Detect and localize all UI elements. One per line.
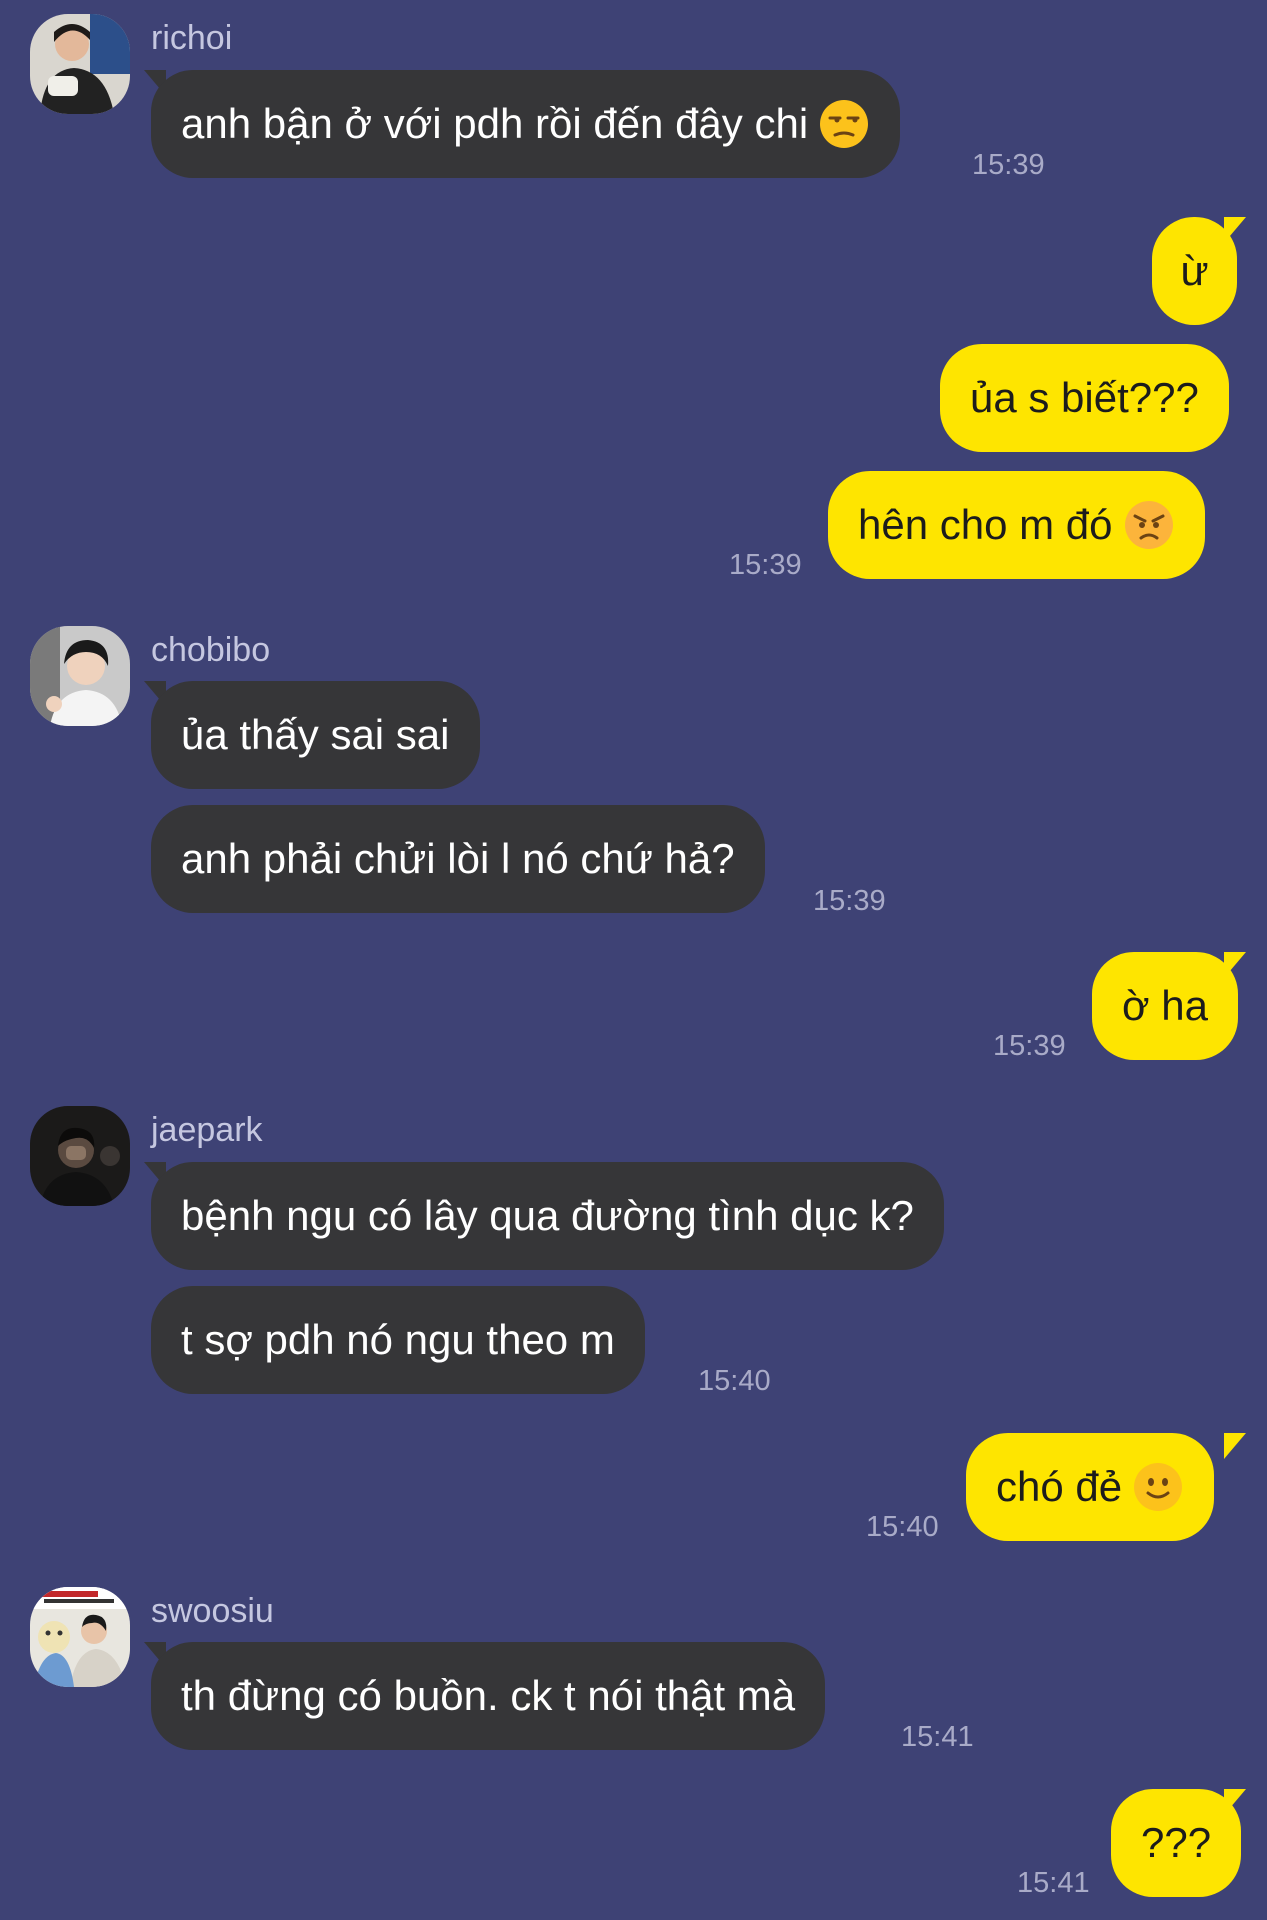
- message-time: 15:39: [729, 549, 802, 581]
- sender-name: jaepark: [151, 1111, 263, 1149]
- message-bubble-incoming[interactable]: anh phải chửi lòi l nó chứ hả?: [151, 805, 765, 913]
- sender-name: chobibo: [151, 631, 271, 669]
- message-time: 15:39: [972, 149, 1045, 181]
- message-time: 15:41: [1017, 1867, 1090, 1899]
- message-bubble-outgoing[interactable]: ủa s biết???: [940, 344, 1229, 452]
- message-time: 15:39: [813, 885, 886, 917]
- message-time: 15:41: [901, 1721, 974, 1753]
- message-text: t sợ pdh nó ngu theo m: [181, 1316, 615, 1363]
- message-text: ???: [1141, 1819, 1212, 1866]
- message-bubble-outgoing[interactable]: chó đẻ: [966, 1433, 1215, 1541]
- message-text: anh bận ở với pdh rồi đến đây chi: [181, 100, 809, 147]
- avatar-richoi[interactable]: [30, 14, 130, 114]
- message-bubble-incoming[interactable]: th đừng có buồn. ck t nói thật mà: [151, 1642, 826, 1750]
- message-text: anh phải chửi lòi l nó chứ hả?: [181, 835, 735, 882]
- message-text: ờ ha: [1122, 982, 1208, 1029]
- avatar-chobibo[interactable]: [30, 626, 130, 726]
- sender-name: swoosiu: [151, 1592, 274, 1630]
- unamused-face-icon: [818, 98, 870, 150]
- message-bubble-incoming[interactable]: anh bận ở với pdh rồi đến đây chi: [151, 70, 901, 178]
- message-bubble-outgoing[interactable]: ???: [1111, 1789, 1242, 1897]
- message-time: 15:39: [993, 1030, 1066, 1062]
- sender-name: richoi: [151, 19, 233, 57]
- message-text: chó đẻ: [996, 1463, 1123, 1510]
- avatar-swoosiu[interactable]: [30, 1587, 130, 1687]
- message-bubble-outgoing[interactable]: ờ ha: [1092, 952, 1238, 1060]
- message-text: th đừng có buồn. ck t nói thật mà: [181, 1672, 796, 1719]
- message-text: ừ: [1180, 247, 1209, 294]
- message-time: 15:40: [866, 1511, 939, 1543]
- message-text: hên cho m đó: [858, 501, 1113, 548]
- message-bubble-incoming[interactable]: t sợ pdh nó ngu theo m: [151, 1286, 645, 1394]
- bubble-tail: [1224, 1433, 1246, 1459]
- message-bubble-outgoing[interactable]: hên cho m đó: [828, 471, 1205, 579]
- slightly-smiling-face-icon: [1132, 1461, 1184, 1513]
- angry-face-icon: [1123, 499, 1175, 551]
- message-time: 15:40: [698, 1365, 771, 1397]
- message-text: ủa s biết???: [970, 374, 1199, 421]
- message-text: ủa thấy sai sai: [181, 711, 450, 758]
- avatar-jaepark[interactable]: [30, 1106, 130, 1206]
- message-bubble-incoming[interactable]: ủa thấy sai sai: [151, 681, 480, 789]
- message-bubble-incoming[interactable]: bệnh ngu có lây qua đường tình dục k?: [151, 1162, 944, 1270]
- message-text: bệnh ngu có lây qua đường tình dục k?: [181, 1192, 914, 1239]
